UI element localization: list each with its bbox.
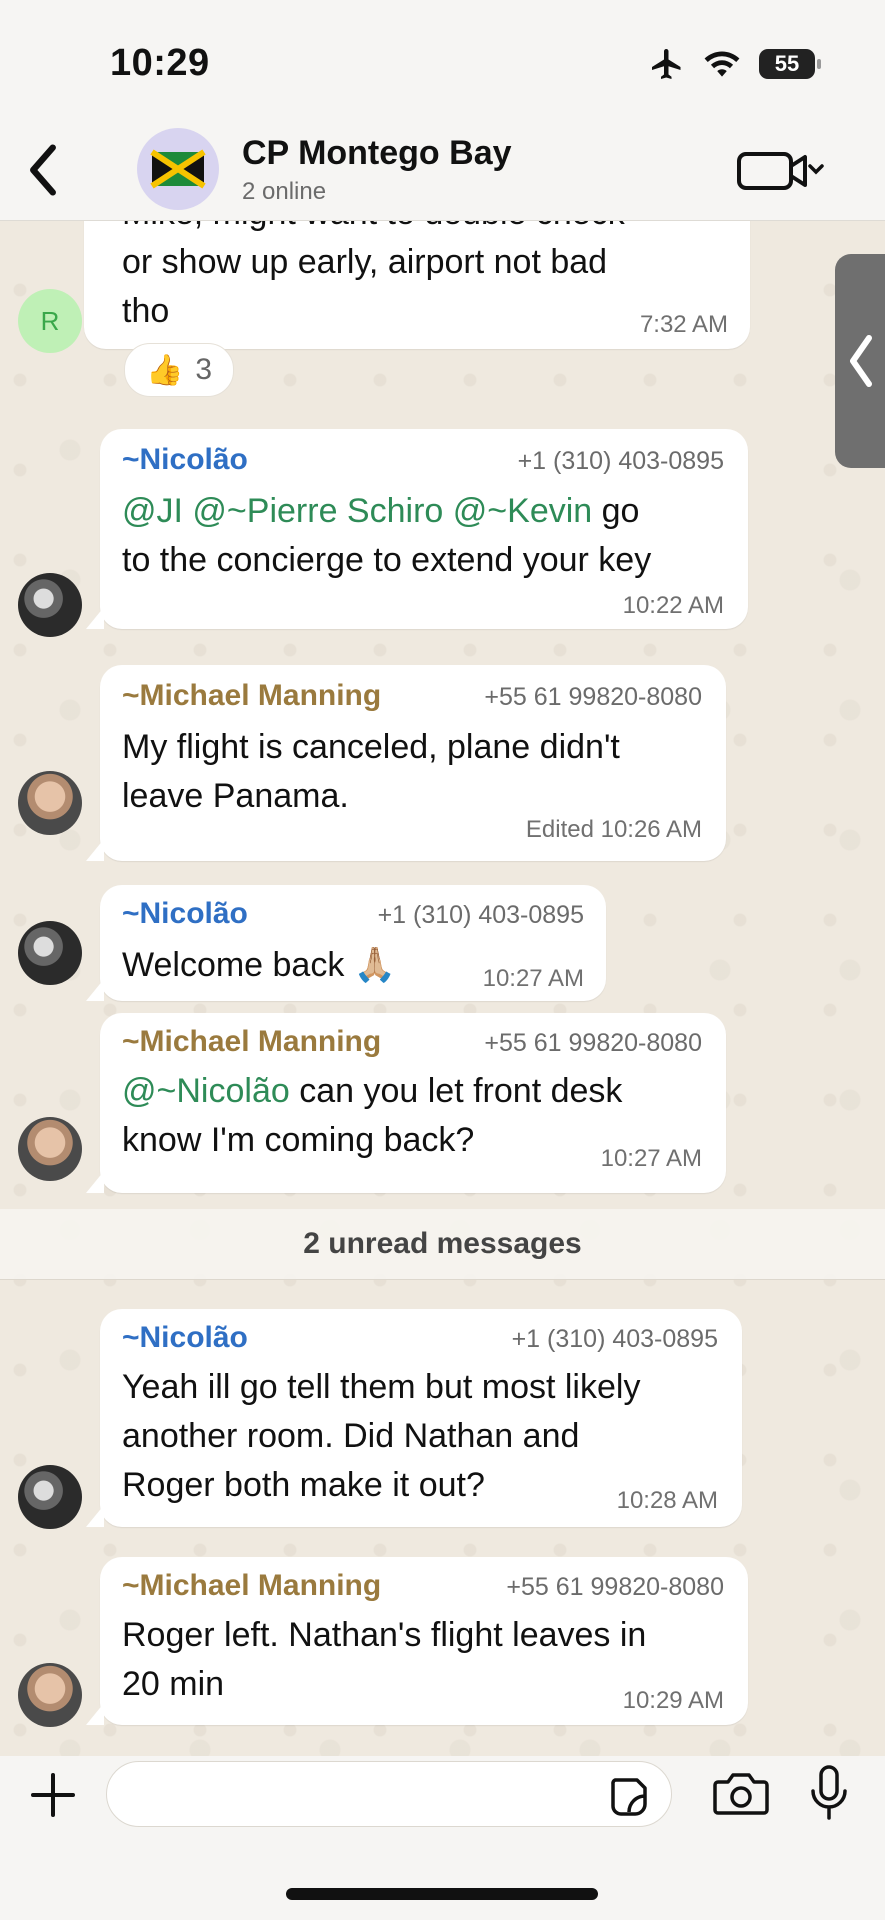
sender-phone: +1 (310) 403-0895: [511, 1325, 718, 1353]
sender-phone: +1 (310) 403-0895: [517, 447, 724, 475]
sender-phone: +1 (310) 403-0895: [377, 901, 584, 929]
message-bubble[interactable]: ~Michael Manning +55 61 99820-8080 My fl…: [86, 665, 726, 861]
avatar[interactable]: [18, 921, 82, 985]
back-chevron-icon[interactable]: [18, 142, 68, 198]
jamaica-flag-icon: [150, 149, 206, 189]
microphone-icon[interactable]: [808, 1764, 850, 1822]
mention[interactable]: @~Nicolão: [122, 1072, 290, 1110]
video-call-icon[interactable]: [735, 146, 825, 196]
message-text: 20 min: [122, 1665, 225, 1703]
side-panel-handle[interactable]: [835, 254, 885, 468]
unread-divider: 2 unread messages: [0, 1209, 885, 1280]
message-list[interactable]: Mike, might want to double check or show…: [0, 221, 885, 1756]
message-text: My flight is canceled, plane didn't: [122, 728, 620, 766]
sender-phone: +55 61 99820-8080: [506, 1573, 724, 1601]
group-title[interactable]: CP Montego Bay: [242, 134, 512, 173]
drawer-chevron-icon: [850, 335, 872, 387]
avatar[interactable]: [18, 771, 82, 835]
message-bubble[interactable]: ~Michael Manning +55 61 99820-8080 Roger…: [86, 1557, 748, 1725]
group-avatar[interactable]: [137, 128, 219, 210]
message-input[interactable]: [129, 1762, 613, 1826]
message-time: 10:27 AM: [482, 965, 584, 992]
message-text: Mike, might want to double check: [122, 221, 625, 238]
wifi-icon: [704, 51, 740, 77]
battery-icon: 55: [759, 49, 821, 79]
message-text: Roger both make it out?: [122, 1466, 485, 1504]
sender-name[interactable]: ~Michael Manning: [122, 1569, 381, 1603]
message-text: Welcome back 🙏🏼: [122, 946, 397, 984]
avatar[interactable]: R: [18, 289, 82, 353]
message-bubble[interactable]: ~Michael Manning +55 61 99820-8080 @~Nic…: [86, 1013, 726, 1193]
message-bubble[interactable]: ~Nicolão +1 (310) 403-0895 Yeah ill go t…: [86, 1309, 742, 1527]
status-bar: 10:29 55: [0, 0, 885, 120]
message-bubble[interactable]: Mike, might want to double check or show…: [84, 221, 750, 349]
plus-icon[interactable]: [28, 1770, 78, 1820]
chat-header: CP Montego Bay 2 online: [0, 120, 885, 221]
message-text: to the concierge to extend your key: [122, 541, 652, 579]
message-time: 10:28 AM: [616, 1487, 718, 1514]
message-composer: [0, 1756, 885, 1920]
sender-name[interactable]: ~Nicolão: [122, 1321, 248, 1355]
group-online-status: 2 online: [242, 178, 327, 205]
status-time: 10:29: [110, 42, 210, 84]
sender-name[interactable]: ~Michael Manning: [122, 1025, 381, 1059]
message-time: 10:29 AM: [622, 1687, 724, 1714]
message-input-field[interactable]: [106, 1761, 672, 1827]
home-indicator[interactable]: [286, 1888, 598, 1900]
camera-icon[interactable]: [712, 1768, 770, 1818]
avatar[interactable]: [18, 1117, 82, 1181]
message-text: or show up early, airport not bad: [122, 243, 608, 281]
message-text: tho: [122, 292, 170, 330]
message-text: another room. Did Nathan and: [122, 1417, 580, 1455]
message-text: Yeah ill go tell them but most likely: [122, 1368, 641, 1406]
mention[interactable]: @JI: [122, 492, 183, 530]
message-time: 7:32 AM: [639, 311, 728, 338]
reaction-badge[interactable]: 👍 3: [124, 343, 234, 397]
sender-name[interactable]: ~Nicolão: [122, 443, 248, 477]
sender-phone: +55 61 99820-8080: [484, 1029, 702, 1057]
message-time: 10:27 AM: [600, 1145, 702, 1172]
mention[interactable]: @~Pierre Schiro: [192, 492, 443, 530]
sticker-icon[interactable]: [607, 1774, 651, 1818]
mention[interactable]: @~Kevin: [453, 492, 592, 530]
message-time: 10:22 AM: [622, 592, 724, 619]
avatar[interactable]: [18, 1663, 82, 1727]
message-text: Roger left. Nathan's flight leaves in: [122, 1616, 647, 1654]
airplane-icon: [652, 49, 681, 79]
reaction-count: 3: [195, 353, 213, 386]
message-bubble[interactable]: ~Nicolão +1 (310) 403-0895 @JI @~Pierre …: [86, 429, 748, 629]
message-time: Edited 10:26 AM: [525, 816, 702, 843]
avatar[interactable]: [18, 573, 82, 637]
avatar[interactable]: [18, 1465, 82, 1529]
unread-label: 2 unread messages: [303, 1227, 582, 1260]
message-text: know I'm coming back?: [122, 1121, 475, 1159]
message-text: leave Panama.: [122, 777, 349, 815]
sender-name[interactable]: ~Michael Manning: [122, 679, 381, 713]
thumbs-up-emoji: 👍: [145, 353, 184, 387]
message-bubble[interactable]: ~Nicolão +1 (310) 403-0895 Welcome back …: [86, 885, 606, 1001]
sender-name[interactable]: ~Nicolão: [122, 897, 248, 931]
status-icons: 55: [649, 46, 821, 82]
sender-phone: +55 61 99820-8080: [484, 683, 702, 711]
message-text: @~Nicolão can you let front desk: [122, 1072, 623, 1110]
message-text: @JI @~Pierre Schiro @~Kevin go: [122, 492, 640, 530]
